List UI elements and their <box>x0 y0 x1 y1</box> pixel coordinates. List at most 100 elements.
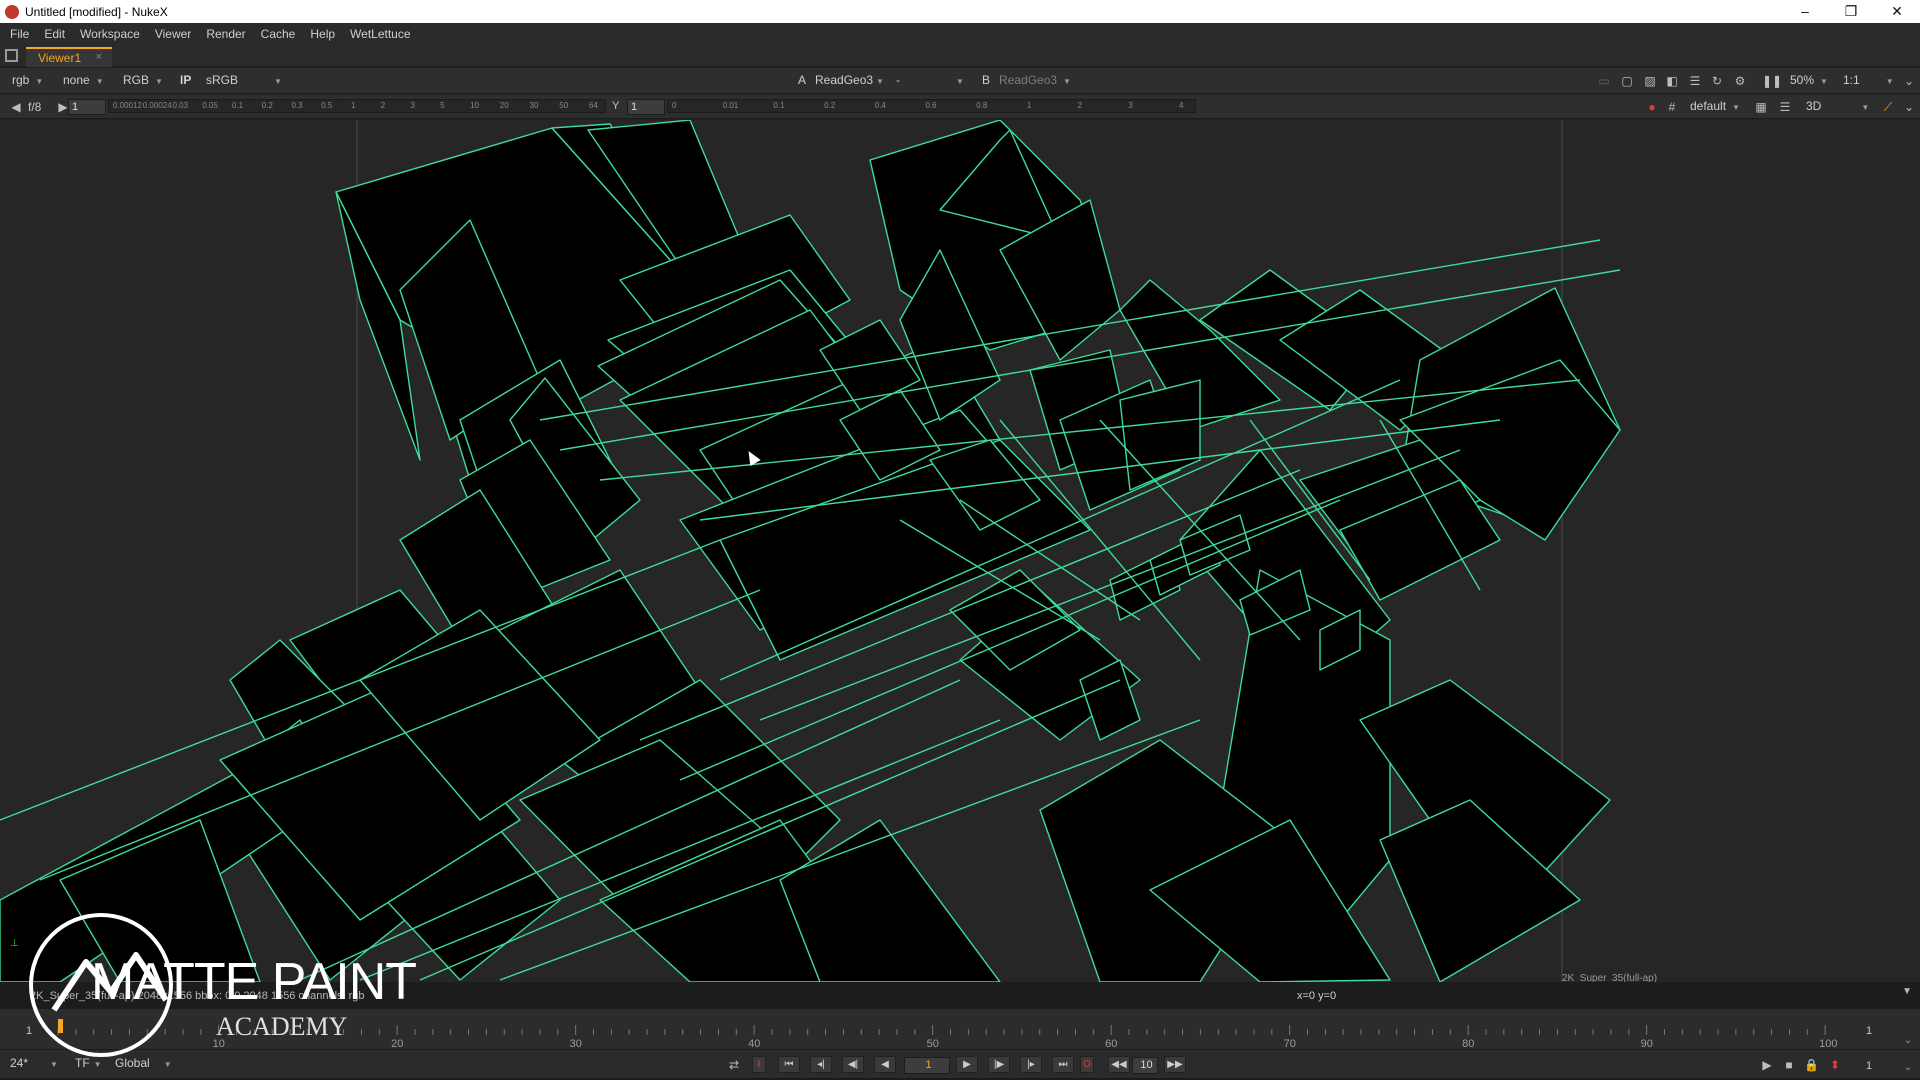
grid-icon[interactable]: # <box>1665 100 1679 114</box>
fstop-label: f/8 <box>28 100 42 114</box>
slider-tick-label: 0.01 <box>722 101 739 110</box>
out-point-icon[interactable]: O <box>1080 1056 1094 1073</box>
gamma-slider[interactable]: 0 0.01 0.1 0.2 0.4 0.6 0.8 1 2 3 4 <box>667 99 1196 113</box>
in-point-icon[interactable]: I <box>752 1056 766 1073</box>
tab-close-icon[interactable]: × <box>96 51 102 63</box>
roi-icon[interactable]: ▭ <box>1597 74 1611 88</box>
channels-dropdown[interactable]: rgb ▼ <box>12 73 43 89</box>
first-frame-icon[interactable]: ⏮ <box>778 1056 800 1073</box>
camera-value: default <box>1690 99 1727 113</box>
timeline-frame-label: 30 <box>570 1038 582 1049</box>
overlay-icon[interactable]: ◧ <box>1665 74 1679 88</box>
menu-workspace[interactable]: Workspace <box>80 27 140 41</box>
menu-viewer[interactable]: Viewer <box>155 27 191 41</box>
viewer-toolbar-second: ◀ f/8 ▶ 1 0.00012 0.00024 0.03 0.05 0.1 0.2 0.… <box>0 95 1920 119</box>
timeline-chevron-down-icon[interactable]: ⌄ <box>1904 1035 1912 1046</box>
prev-keyframe-icon[interactable]: ◂| <box>810 1056 832 1073</box>
fstop-left-arrow-icon[interactable]: ◀ <box>9 100 23 114</box>
refresh-icon[interactable]: ↻ <box>1710 74 1724 88</box>
slider-tick-label: 0.00012 <box>113 101 142 110</box>
channel-none-dropdown[interactable]: none ▼ <box>63 73 104 89</box>
step-forward-icon[interactable]: |▶ <box>988 1056 1010 1073</box>
timeline-frame-label: 50 <box>927 1038 939 1049</box>
viewer-toolbar-top: rgb ▼ none ▼ RGB ▼ IP sRGB ▼ A ReadGeo3 ▼ - ▼ … <box>0 68 1920 94</box>
timeline-end-frame[interactable]: 1 <box>1866 1025 1872 1037</box>
pause-icon[interactable]: ❚❚ <box>1762 74 1782 88</box>
playback-chevron-down-icon[interactable]: ⌄ <box>1904 1062 1912 1073</box>
timeline-frame-label: 40 <box>748 1038 760 1049</box>
bounce-icon[interactable]: ⇄ <box>727 1058 741 1072</box>
gain-input[interactable]: 1 <box>68 99 106 115</box>
play-backward-icon[interactable]: ◀ <box>874 1056 896 1073</box>
minimize-button[interactable]: – <box>1782 0 1828 23</box>
slider-tick-label: 0 <box>672 101 677 110</box>
input-b-dropdown[interactable]: ReadGeo3 ▼ <box>999 73 1071 89</box>
menubar: File Edit Workspace Viewer Render Cache … <box>0 23 1920 45</box>
viewer-canvas[interactable]: 2K_Super_35(full-ap) ⊥ <box>0 120 1920 982</box>
zoom-value: 50% <box>1790 73 1815 87</box>
compare-mode-value: - <box>896 73 900 87</box>
range-icon[interactable]: ⬍ <box>1828 1058 1842 1072</box>
gamma-input[interactable]: 1 <box>627 99 665 115</box>
timeline-frame-label: 90 <box>1641 1038 1653 1049</box>
view-mode-value: 3D <box>1806 99 1822 113</box>
skip-back-icon[interactable]: ◀◀ <box>1108 1056 1130 1073</box>
record-red-icon[interactable]: ● <box>1645 100 1659 114</box>
clipping-warning-icon[interactable]: ▨ <box>1643 74 1657 88</box>
step-back-icon[interactable]: ◀| <box>842 1056 864 1073</box>
lock-icon[interactable]: 🔒 <box>1804 1058 1819 1072</box>
current-frame-input[interactable]: 1 <box>904 1057 950 1074</box>
ratio-dropdown[interactable]: 1:1 ▼ <box>1843 73 1894 89</box>
wand-icon[interactable]: ⟋ <box>1881 100 1895 114</box>
slider-tick-label: 4 <box>1179 101 1184 110</box>
menu-file[interactable]: File <box>10 27 29 41</box>
menu-help[interactable]: Help <box>310 27 335 41</box>
slider-tick-label: 0.1 <box>232 101 244 110</box>
slider-tick-label: 3 <box>410 101 415 110</box>
slider-tick-label: 2 <box>1077 101 1083 110</box>
proxy-icon[interactable]: ☰ <box>1688 74 1702 88</box>
compare-mode-dropdown[interactable]: - ▼ <box>896 73 970 89</box>
menu-wetlettuce[interactable]: WetLettuce <box>350 27 410 41</box>
next-keyframe-icon[interactable]: |▸ <box>1020 1056 1042 1073</box>
slider-tick-label: 0.8 <box>976 101 988 110</box>
collapse-chevron-down-icon[interactable]: ⌄ <box>1902 74 1916 88</box>
slider-tick-label: 0.2 <box>824 101 836 110</box>
lut-dropdown[interactable]: sRGB ▼ <box>206 73 282 89</box>
cache-icon[interactable]: ■ <box>1782 1058 1796 1072</box>
gain-slider[interactable]: 0.00012 0.00024 0.03 0.05 0.1 0.2 0.3 0.5 1 2 3 5 10… <box>108 99 606 113</box>
input-a-dropdown[interactable]: ReadGeo3 ▼ <box>815 73 884 89</box>
channels-value: rgb <box>12 73 30 87</box>
safe-area-icon[interactable]: ▢ <box>1620 74 1634 88</box>
tab-viewer1[interactable]: Viewer1 × <box>26 47 112 67</box>
matte-paint-academy-logo: MATTE PAINT ACADEMY <box>26 910 426 1060</box>
view-mode-dropdown[interactable]: 3D ▼ <box>1806 99 1874 115</box>
play-forward-icon[interactable]: ▶ <box>956 1056 978 1073</box>
settings-gear-icon[interactable]: ⚙ <box>1733 74 1747 88</box>
slider-tick-label: 2 <box>380 101 386 110</box>
collapse2-chevron-down-icon[interactable]: ⌄ <box>1902 100 1916 114</box>
skip-forward-icon[interactable]: ▶▶ <box>1164 1056 1186 1073</box>
menu-render[interactable]: Render <box>206 27 245 41</box>
camera-dropdown[interactable]: default ▼ <box>1690 99 1740 115</box>
ip-button[interactable]: IP <box>180 73 191 89</box>
zoom-dropdown[interactable]: 50% ▼ <box>1790 73 1828 89</box>
panel-tabbar: Viewer1 × <box>0 45 1920 67</box>
end-frame-display: 1 <box>1866 1060 1873 1072</box>
last-frame-icon[interactable]: ⏭ <box>1052 1056 1074 1073</box>
logo-subtitle: ACADEMY <box>216 1012 348 1041</box>
cursor-coords: x=0 y=0 <box>1297 990 1337 1002</box>
slider-tick-label: 0.4 <box>874 101 886 110</box>
close-window-button[interactable]: ✕ <box>1874 0 1920 23</box>
panel-menu-icon[interactable] <box>5 49 18 62</box>
timeline-frame-label: 60 <box>1105 1038 1117 1049</box>
infobar-dropdown-icon[interactable]: ▼ <box>1902 986 1912 997</box>
increment-input[interactable]: 10 <box>1132 1057 1158 1074</box>
restore-button[interactable]: ❐ <box>1828 0 1874 23</box>
flipbook-icon[interactable]: ▶ <box>1760 1058 1774 1072</box>
lock-camera-icon[interactable]: ▦ <box>1754 100 1768 114</box>
menu-edit[interactable]: Edit <box>44 27 65 41</box>
display-channel-dropdown[interactable]: RGB ▼ <box>123 73 163 89</box>
display-list-icon[interactable]: ☰ <box>1778 100 1792 114</box>
menu-cache[interactable]: Cache <box>261 27 296 41</box>
